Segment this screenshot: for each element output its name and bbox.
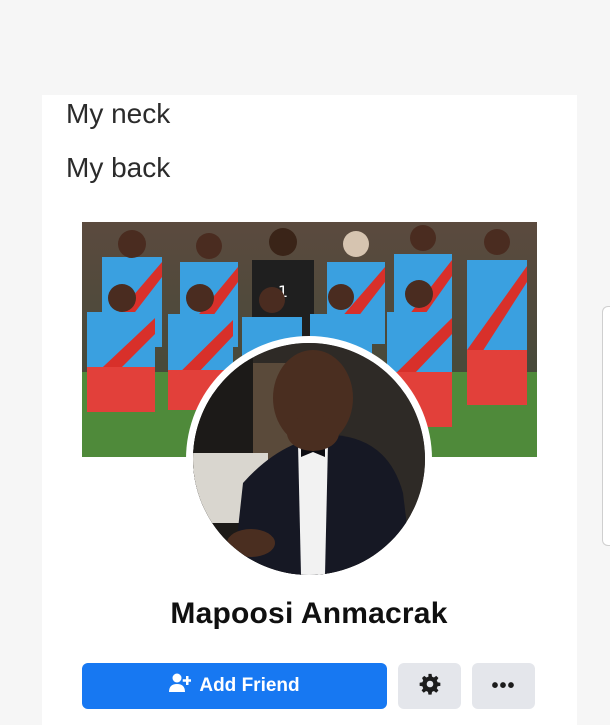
person-plus-icon <box>169 673 193 699</box>
add-friend-button[interactable]: Add Friend <box>82 663 387 709</box>
caption-line-1: My neck <box>66 98 171 129</box>
more-label: ••• <box>491 674 516 697</box>
profile-name: Mapoosi Anmacrak <box>170 597 448 630</box>
gear-icon <box>419 673 441 700</box>
add-friend-label: Add Friend <box>199 675 300 696</box>
screenshot-page: My neck My back 1 Mapoosi Anmacrak Add F… <box>0 0 610 725</box>
more-options-button[interactable]: ••• <box>472 663 535 709</box>
man-in-tuxedo-illustration <box>193 343 425 575</box>
avatar[interactable] <box>193 343 425 575</box>
caption-line-2: My back <box>66 152 171 183</box>
settings-button[interactable] <box>398 663 461 709</box>
side-scroll-tab[interactable] <box>602 306 610 546</box>
